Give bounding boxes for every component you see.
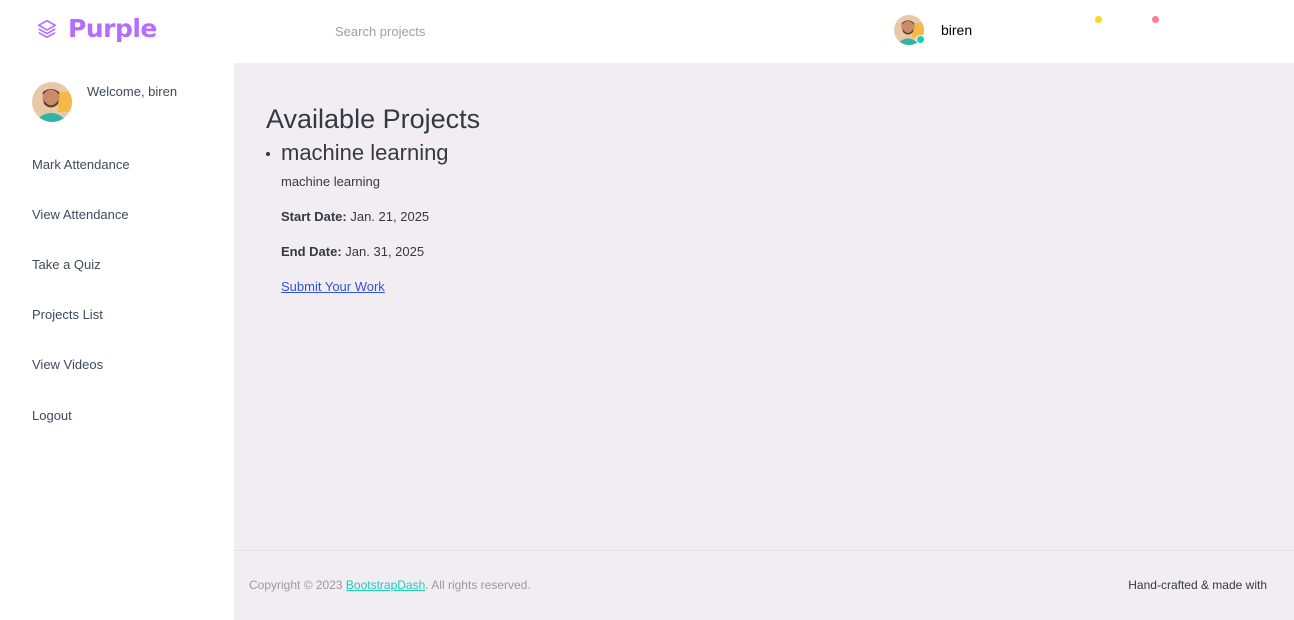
submit-work-link[interactable]: Submit Your Work [281, 279, 385, 294]
nav-username: biren [941, 22, 973, 38]
profile-avatar-icon [32, 82, 72, 122]
end-date-label: End Date: [281, 244, 342, 259]
copyright-text: Copyright © 2023 BootstrapDash. All righ… [249, 578, 531, 592]
sidebar-item-view-attendance[interactable]: View Attendance [32, 207, 130, 257]
nav-profile-dropdown[interactable]: biren [894, 15, 972, 45]
welcome-text: Welcome, biren [87, 84, 178, 99]
copyright-prefix: Copyright © 2023 [249, 578, 346, 592]
handcrafted-text: Hand-crafted & made with [1128, 578, 1267, 592]
copyright-suffix: . All rights reserved. [425, 578, 531, 592]
brand-logo[interactable]: Purple [36, 14, 157, 43]
sidebar-item-mark-attendance[interactable]: Mark Attendance [32, 157, 130, 207]
main-panel: Available Projects machine learning mach… [234, 63, 1294, 620]
project-start-date: Start Date: Jan. 21, 2025 [281, 209, 480, 224]
project-end-date: End Date: Jan. 31, 2025 [281, 244, 480, 259]
start-date-value: Jan. 21, 2025 [350, 209, 430, 224]
online-status-dot [916, 35, 925, 44]
sidebar-item-take-quiz[interactable]: Take a Quiz [32, 257, 130, 307]
list-item: machine learning machine learning Start … [266, 141, 480, 296]
content-wrapper: Available Projects machine learning mach… [266, 103, 480, 296]
sidebar-item-projects-list[interactable]: Projects List [32, 307, 130, 357]
search-bar [330, 18, 630, 44]
bootstrapdash-link[interactable]: BootstrapDash [346, 578, 425, 592]
nav-avatar [894, 15, 925, 45]
brand-name: Purple [68, 14, 157, 43]
search-input[interactable] [330, 18, 630, 44]
end-date-value: Jan. 31, 2025 [345, 244, 425, 259]
notifications-indicator-dot[interactable] [1152, 16, 1159, 23]
sidebar-item-view-videos[interactable]: View Videos [32, 357, 130, 407]
messages-indicator-dot[interactable] [1095, 16, 1102, 23]
bullet-icon [266, 152, 270, 156]
footer: Copyright © 2023 BootstrapDash. All righ… [234, 550, 1294, 620]
top-navbar: Purple biren [0, 0, 1294, 63]
project-title: machine learning [281, 140, 449, 165]
sidebar-nav: Mark Attendance View Attendance Take a Q… [32, 157, 130, 458]
layers-icon [37, 19, 57, 38]
page-title: Available Projects [266, 104, 481, 134]
project-description: machine learning [281, 174, 381, 189]
sidebar-item-logout[interactable]: Logout [32, 408, 130, 458]
sidebar-profile[interactable]: Welcome, biren [32, 82, 177, 122]
sidebar: Welcome, biren Mark Attendance View Atte… [0, 63, 234, 620]
start-date-label: Start Date: [281, 209, 347, 224]
project-list: machine learning machine learning Start … [266, 141, 480, 296]
